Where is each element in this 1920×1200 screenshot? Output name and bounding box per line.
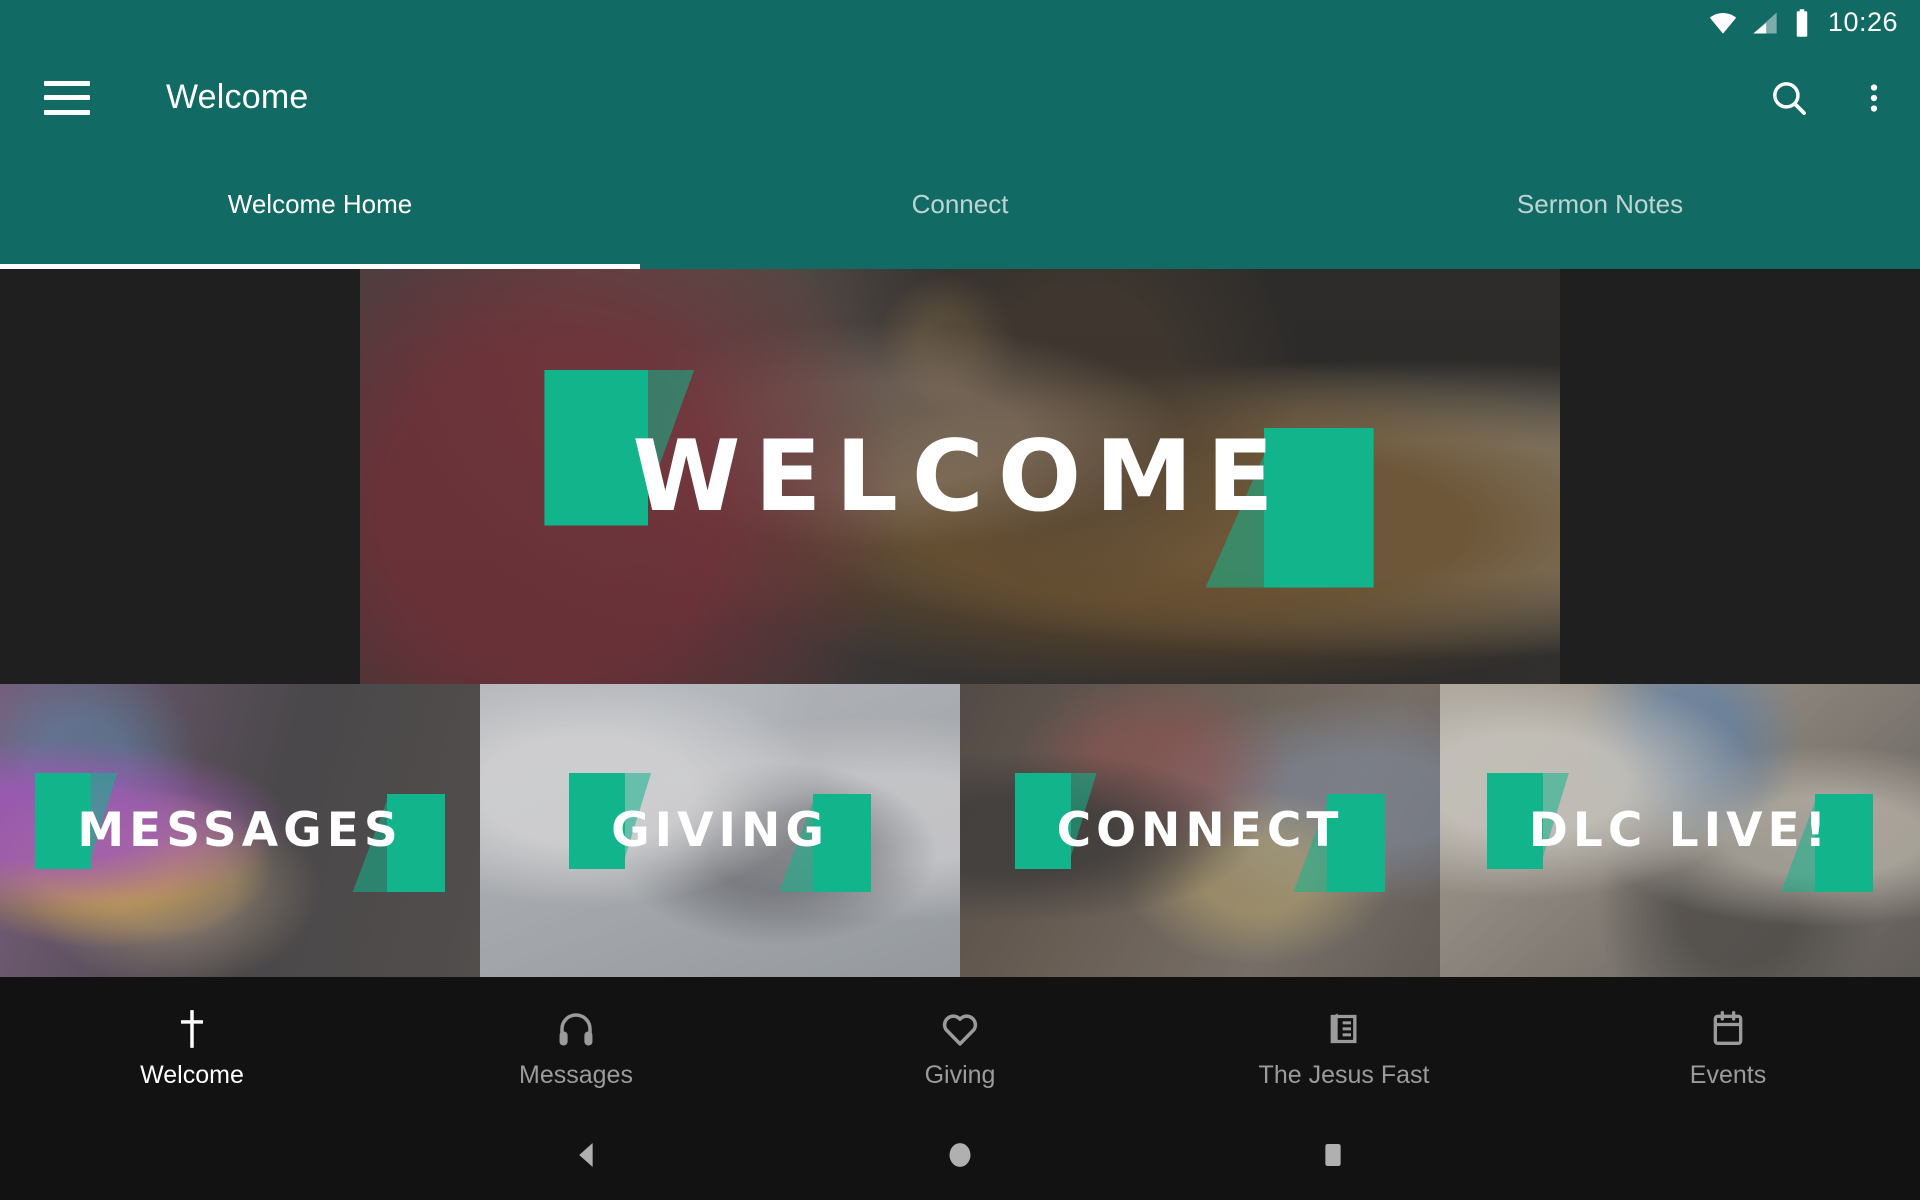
tile-brandmark: GIVING: [569, 773, 871, 892]
hero-caption-text: WELCOME: [632, 419, 1288, 534]
status-bar-clock: 10:26: [1827, 7, 1898, 37]
bottom-nav-item-messages[interactable]: Messages: [384, 985, 768, 1110]
tile-connect[interactable]: CONNECT: [960, 684, 1440, 977]
tab-sermon-notes[interactable]: Sermon Notes: [1280, 150, 1920, 269]
welcome-brandmark: WELCOME: [544, 369, 1374, 588]
tab-bar: Welcome Home Connect Sermon Notes: [0, 150, 1920, 269]
tile-label: GIVING: [611, 803, 829, 858]
tile-brandmark: DLC LIVE!: [1486, 773, 1874, 892]
overflow-menu-icon[interactable]: [1856, 77, 1892, 119]
bottom-nav-label: Events: [1689, 1061, 1767, 1089]
bottom-navigation-bar: Welcome Messages Giving The Jesus Fast E…: [0, 985, 1920, 1110]
back-triangle-icon[interactable]: [570, 1138, 604, 1172]
wifi-icon: [1708, 8, 1738, 38]
tile-messages[interactable]: MESSAGES: [0, 684, 480, 977]
tile-brandmark: MESSAGES: [35, 773, 445, 892]
page-title: Welcome: [166, 78, 309, 116]
bottom-nav-label: Giving: [924, 1061, 996, 1089]
tab-label: Connect: [911, 189, 1009, 219]
hamburger-menu-icon[interactable]: [44, 80, 90, 115]
tab-welcome-home[interactable]: Welcome Home: [0, 150, 640, 269]
search-icon[interactable]: [1768, 77, 1810, 119]
bottom-nav-item-welcome[interactable]: Welcome: [0, 985, 384, 1110]
headphones-icon: [555, 1007, 597, 1051]
content-filler: [0, 977, 1920, 985]
bottom-nav-item-events[interactable]: Events: [1536, 985, 1920, 1110]
book-icon: [1324, 1007, 1364, 1051]
recents-square-icon[interactable]: [1316, 1138, 1350, 1172]
heart-icon: [939, 1007, 981, 1051]
bottom-nav-label: The Jesus Fast: [1258, 1061, 1430, 1089]
android-system-nav-bar: [0, 1110, 1920, 1200]
cross-icon: [172, 1007, 212, 1051]
bottom-nav-item-giving[interactable]: Giving: [768, 985, 1152, 1110]
tile-label: MESSAGES: [77, 803, 403, 858]
hero-caption: WELCOME: [0, 269, 1920, 684]
bottom-nav-item-the-jesus-fast[interactable]: The Jesus Fast: [1152, 985, 1536, 1110]
feature-tile-row: MESSAGES GIVING CONNECT DLC LIVE!: [0, 684, 1920, 977]
tile-dlc-live[interactable]: DLC LIVE!: [1440, 684, 1920, 977]
status-bar: 10:26: [0, 0, 1920, 45]
hero-banner[interactable]: WELCOME: [0, 269, 1920, 684]
home-circle-icon[interactable]: [943, 1138, 977, 1172]
app-root: 10:26 Welcome Welcome Home Connect Sermo…: [0, 0, 1920, 1200]
bottom-nav-label: Messages: [519, 1061, 633, 1089]
tab-label: Welcome Home: [227, 189, 413, 219]
tab-connect[interactable]: Connect: [640, 150, 1280, 269]
calendar-icon: [1708, 1007, 1748, 1051]
app-bar: Welcome: [0, 45, 1920, 150]
cellular-signal-icon: [1751, 9, 1779, 37]
battery-icon: [1792, 8, 1812, 38]
bottom-nav-label: Welcome: [140, 1061, 244, 1089]
tile-brandmark: CONNECT: [1014, 773, 1386, 892]
tile-label: DLC LIVE!: [1528, 803, 1832, 858]
tile-label: CONNECT: [1056, 803, 1344, 858]
tile-giving[interactable]: GIVING: [480, 684, 960, 977]
tab-label: Sermon Notes: [1516, 189, 1684, 219]
